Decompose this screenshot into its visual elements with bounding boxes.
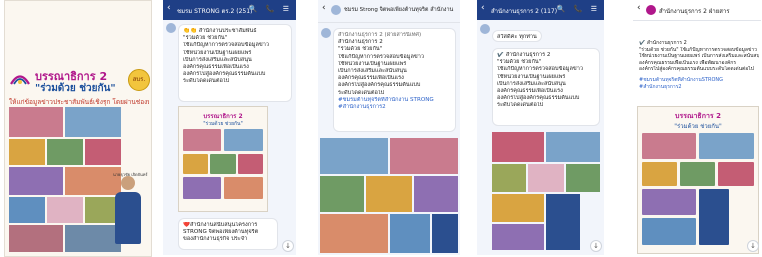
message-line: ระดับโดดเด่นต่อไป — [183, 78, 230, 85]
message-line: ใช้หน่วยงานเป็นฐานเผยแพร่ — [497, 73, 566, 80]
message-bubble[interactable]: ✔️ สำนักงานธุรการ 2 "ร่วมด้วย ช่วยกัน" ใ… — [492, 48, 600, 126]
message-line: องค์กรคุณธรรมเพื่อเป็นแรง เพื่อพัฒนาองค์… — [639, 59, 736, 66]
header-action-icons[interactable]: 🔍 📞 ☰ — [249, 5, 292, 13]
message-line: องค์กรไปสู่องค์กรคุณธรรมต้นแบบ — [183, 71, 266, 78]
avatar[interactable] — [480, 24, 490, 34]
poster-photo-collage — [183, 129, 263, 207]
poster-photo-collage — [642, 133, 754, 249]
chat-panel-1: ‹ ชมรม STRONG ตร.2 (251) 🔍 📞 ☰ 👏👏 สำนักง… — [163, 0, 296, 255]
message-line: ใช้แก้ปัญหาการตรวจสอบข้อมูลข่าว — [338, 53, 424, 60]
message-bubble[interactable]: ❤️สำนักงานสนับสนุนโครงการ STRONG จิตพอเพ… — [178, 218, 278, 250]
message-line: 👏👏 สำนักงานประชาสัมพันธ์ — [183, 28, 257, 34]
divider — [318, 22, 460, 23]
shared-photo-collage[interactable] — [492, 132, 600, 250]
shared-poster-image[interactable]: บรรณาธิการ 2 "ร่วมด้วย ช่วยกัน" — [637, 106, 759, 254]
message-line: ระดับโดดเด่นต่อไป — [497, 102, 544, 109]
chat-panel-4: ‹ สำนักงานธุรการ 2 ฝ่ายสาร ✔️ สำนักงานธุ… — [633, 0, 761, 255]
divider — [633, 20, 761, 21]
message-block[interactable]: ✔️ สำนักงานธุรการ 2 "ร่วมด้วย ช่วยกัน" ใ… — [639, 40, 759, 90]
message-line: "ร่วมด้วย ช่วยกัน" — [338, 46, 383, 53]
message-line: ระดับโดดเด่นต่อไป — [338, 89, 385, 96]
message-bubble[interactable]: สำนักงานธุรการ 2 (ฝ่ายสารนิเทศ) สำนักงาน… — [333, 28, 456, 132]
message-line: STRONG จิตพอเพียงต้านทุจริต — [183, 229, 259, 236]
group-avatar — [646, 5, 656, 15]
poster-badge: สบร. — [128, 69, 150, 91]
message-line: องค์กรไปสู่องค์กรคุณธรรมต้นแบบ — [338, 82, 421, 89]
message-line: ใช้แก้ปัญหาการตรวจสอบข้อมูลข่าว — [183, 42, 269, 49]
hashtag-link[interactable]: #สำนักงานธุรการ2 — [639, 84, 759, 91]
message-line: องค์กรคุณธรรมเพื่อเป็นแรง — [338, 75, 404, 82]
sender-name: ✔️ สำนักงานธุรการ 2 — [639, 40, 687, 46]
hashtag-link[interactable]: #ชมรมต้านทุจริตที่สำนักงาน STRONG — [338, 97, 451, 104]
scroll-down-button[interactable]: ↓ — [747, 240, 759, 252]
avatar[interactable] — [321, 28, 331, 38]
shared-photo-collage[interactable] — [320, 138, 458, 253]
chat-title: สำนักงานธุรการ 2 ฝ่ายสาร — [659, 8, 730, 15]
message-line: ใช้หน่วยงานเป็นฐานเผยแพร่ เป็นการส่งเสริ… — [639, 53, 759, 60]
message-line: สำนักงานธุรการ 2 — [338, 39, 383, 46]
sender-name: สำนักงานธุรการ 2 (ฝ่ายสารนิเทศ) — [338, 32, 422, 38]
message-line: เป็นการส่งเสริมและสนับสนุน — [183, 56, 252, 63]
message-line: เป็นการส่งเสริมและสนับสนุน — [497, 80, 566, 87]
poster-tagline: ให้แก่ข้อมูลข่าวประชาสัมพันธ์เชิงรุก โดย… — [9, 98, 149, 106]
header-action-icons[interactable]: 🔍 📞 ☰ — [557, 5, 600, 13]
poster-photo-collage — [9, 107, 121, 252]
message-line: เป็นการส่งเสริมและสนับสนุน — [338, 68, 407, 75]
message-line: "ร่วมด้วย ช่วยกัน" ใช้แก้ปัญหาการตรวจสอบ… — [639, 46, 757, 53]
group-avatar — [331, 5, 341, 15]
message-line: ใช้แก้ปัญหาการตรวจสอบข้อมูลข่าว — [497, 66, 583, 73]
scroll-down-button[interactable]: ↓ — [282, 240, 294, 252]
chat-header: ‹ สำนักงานธุรการ 2 ฝ่ายสาร — [633, 0, 761, 20]
chat-header: ‹ สำนักงานธุรการ 2 (117) 🔍 📞 ☰ — [477, 0, 604, 20]
message-line: องค์กรไปสู่องค์กรคุณธรรมต้นแบบ — [497, 95, 580, 102]
organization-logo-icon — [10, 75, 30, 85]
message-line: ใช้หน่วยงานเป็นฐานเผยแพร่ — [183, 49, 252, 56]
presenter-figure — [113, 176, 143, 246]
message-line: "ร่วมด้วย ช่วยกัน" — [183, 35, 228, 42]
hashtag-link[interactable]: #สำนักงานธุรการ2 — [338, 104, 451, 111]
message-line: องค์กรคุณธรรมเพื่อเป็นแรง — [497, 88, 563, 95]
hashtag-link[interactable]: #ชมรมต้านทุจริตที่สำนักงานSTRONG — [639, 77, 759, 84]
chat-header: ‹ ชมรม Strong จิตพอเพียงต้านทุจริต สำนัก… — [318, 0, 460, 22]
message-line: สวัสดีค่ะ ทุกท่าน — [497, 34, 537, 40]
chat-panel-3: ‹ สำนักงานธุรการ 2 (117) 🔍 📞 ☰ สวัสดีค่ะ… — [477, 0, 604, 255]
back-arrow-icon[interactable]: ‹ — [637, 4, 641, 13]
scroll-down-button[interactable]: ↓ — [590, 240, 602, 252]
poster-subtitle: "ร่วมด้วย ช่วยกัน" — [674, 123, 722, 130]
message-line: "ร่วมด้วย ช่วยกัน" — [497, 59, 542, 66]
chat-title: ชมรม STRONG ตร.2 (251) — [177, 8, 253, 15]
back-arrow-icon[interactable]: ‹ — [322, 4, 326, 13]
poster-panel: บรรณาธิการ 2 "ร่วมด้วย ช่วยกัน" สบร. ให้… — [4, 0, 152, 257]
shared-poster-image[interactable]: บรรณาธิการ 2 "ร่วมด้วย ช่วยกัน" — [178, 106, 268, 212]
chat-panel-2: ‹ ชมรม Strong จิตพอเพียงต้านทุจริต สำนัก… — [318, 0, 460, 255]
message-line: ใช้หน่วยงานเป็นฐานเผยแพร่ — [338, 60, 407, 67]
poster-subtitle: "ร่วมด้วย ช่วยกัน" — [203, 121, 243, 127]
back-arrow-icon[interactable]: ‹ — [481, 4, 485, 13]
message-line: องค์กรคุณธรรมเพื่อเป็นแรง — [183, 64, 249, 71]
chat-title: สำนักงานธุรการ 2 (117) — [491, 8, 558, 15]
avatar[interactable] — [166, 23, 176, 33]
message-line: ❤️สำนักงานสนับสนุนโครงการ — [183, 222, 258, 228]
chat-header: ‹ ชมรม STRONG ตร.2 (251) 🔍 📞 ☰ — [163, 0, 296, 20]
back-arrow-icon[interactable]: ‹ — [167, 4, 171, 13]
message-line: องค์กรไปสู่องค์กรคุณธรรมต้นแบบระดับโดดเด… — [639, 66, 754, 73]
message-line: ✔️ สำนักงานธุรการ 2 — [497, 52, 551, 58]
message-bubble[interactable]: 👏👏 สำนักงานประชาสัมพันธ์ "ร่วมด้วย ช่วยก… — [178, 24, 292, 102]
message-line: ของสำนักงานธุรกิจ ประจำ — [183, 236, 248, 243]
chat-title: ชมรม Strong จิตพอเพียงต้านทุจริต สำนักงา… — [344, 7, 454, 13]
poster-subtitle: "ร่วมด้วย ช่วยกัน" — [35, 83, 116, 94]
message-bubble[interactable]: สวัสดีค่ะ ทุกท่าน — [492, 30, 542, 42]
